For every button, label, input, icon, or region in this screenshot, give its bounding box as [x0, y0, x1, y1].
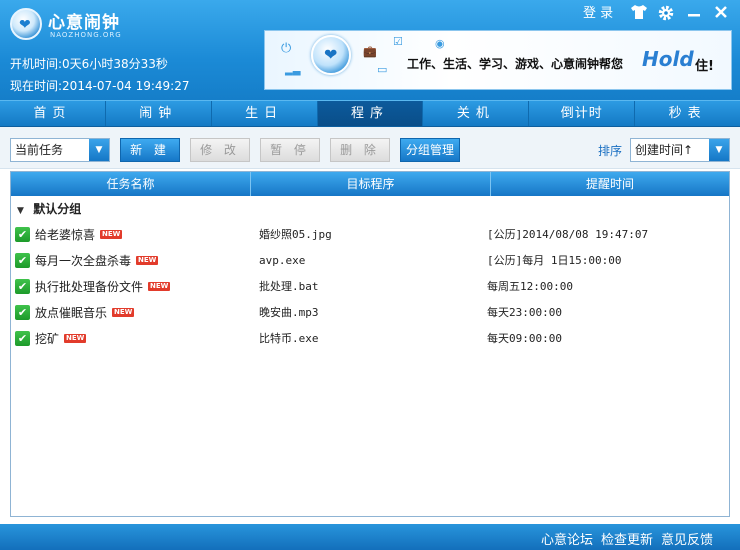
task-filter-select[interactable]: 当前任务 ▼: [10, 138, 110, 162]
current-time: 现在时间:2014-07-04 19:49:27: [10, 77, 190, 94]
checkbox-icon: ☑: [393, 35, 403, 48]
uptime-label: 开机时间:: [10, 57, 63, 71]
task-name: 给老婆惊喜: [35, 228, 96, 242]
task-table: 任务名称 目标程序 提醒时间 ▼ 默认分组 ✔ 给老婆惊喜 NEW 婚纱照05.jp…: [10, 171, 730, 517]
chevron-down-icon[interactable]: ▼: [17, 198, 29, 224]
tab-birthday[interactable]: 生日: [212, 101, 318, 126]
new-badge: NEW: [148, 282, 171, 291]
header: ❤ 心意闹钟 NAOZHONG.ORG 开机时间:0天6小时38分33秒 现在时…: [0, 0, 740, 100]
banner-hold: Hold: [642, 47, 694, 71]
remind-time-cell: 每周五12:00:00: [487, 280, 573, 293]
target-program-cell: avp.exe: [259, 254, 306, 267]
remind-time-cell: [公历]每月 1日15:00:00: [487, 254, 622, 267]
group-name: 默认分组: [33, 202, 82, 216]
app-subtitle: NAOZHONG.ORG: [50, 31, 122, 39]
forum-link[interactable]: 心意论坛: [541, 529, 593, 548]
task-name: 挖矿: [35, 332, 60, 346]
checkbox-checked-icon[interactable]: ✔: [15, 331, 30, 346]
chevron-down-icon[interactable]: ▼: [709, 139, 729, 161]
pause-button[interactable]: 暂 停: [260, 138, 320, 162]
task-name-cell: ✔ 每月一次全盘杀毒 NEW: [11, 248, 255, 274]
footer: 心意论坛 检查更新 意见反馈: [0, 524, 740, 550]
tab-countdown[interactable]: 倒计时: [529, 101, 636, 126]
table-row[interactable]: ✔ 给老婆惊喜 NEW 婚纱照05.jpg [公历]2014/08/08 19:47…: [11, 222, 729, 248]
task-name-cell: ✔ 执行批处理备份文件 NEW: [11, 274, 255, 300]
new-button[interactable]: 新 建: [120, 138, 180, 162]
task-name: 放点催眠音乐: [35, 306, 108, 320]
task-name: 执行批处理备份文件: [35, 280, 144, 294]
task-name: 每月一次全盘杀毒: [35, 254, 132, 268]
checkbox-checked-icon[interactable]: ✔: [15, 253, 30, 268]
new-badge: NEW: [100, 230, 123, 239]
briefcase-icon: 💼: [363, 45, 377, 58]
current-time-label: 现在时间:: [10, 79, 63, 93]
chevron-down-icon[interactable]: ▼: [89, 139, 109, 161]
target-program-cell: 晚安曲.mp3: [259, 306, 319, 319]
delete-button[interactable]: 删 除: [330, 138, 390, 162]
remind-time-cell: 每天23:00:00: [487, 306, 562, 319]
check-update-link[interactable]: 检查更新: [601, 529, 653, 548]
card-icon: ▭: [377, 63, 388, 76]
new-badge: NEW: [112, 308, 135, 317]
checkbox-checked-icon[interactable]: ✔: [15, 227, 30, 242]
table-row[interactable]: ✔ 每月一次全盘杀毒 NEW avp.exe [公历]每月 1日15:00:00: [11, 248, 729, 274]
new-badge: NEW: [64, 334, 87, 343]
checkbox-checked-icon[interactable]: ✔: [15, 305, 30, 320]
target-program-cell: 批处理.bat: [259, 280, 319, 293]
group-header[interactable]: ▼ 默认分组: [11, 196, 729, 222]
gear-icon[interactable]: [657, 4, 675, 24]
banner-tail: 住!: [695, 59, 714, 74]
app-title: 心意闹钟: [48, 13, 120, 33]
new-badge: NEW: [136, 256, 159, 265]
sort-label: 排序: [598, 144, 623, 158]
promo-banner[interactable]: ⏻ ▂▃ ❤ 💼 ▭ ☑ ◉ 工作、生活、学习、游戏、心意闹钟帮您 Hold 住…: [264, 30, 732, 90]
banner-text: 工作、生活、学习、游戏、心意闹钟帮您: [407, 57, 624, 71]
column-header-task-name[interactable]: 任务名称: [11, 172, 251, 196]
remind-time-cell: [公历]2014/08/08 19:47:07: [487, 228, 649, 241]
close-icon[interactable]: [713, 4, 729, 24]
banner-logo: ❤: [311, 35, 351, 75]
app-logo: ❤: [10, 8, 42, 40]
target-program-cell: 婚纱照05.jpg: [259, 228, 332, 241]
sort-value: 创建时间↑: [635, 143, 694, 157]
group-manage-button[interactable]: 分组管理: [400, 138, 460, 162]
tab-shutdown[interactable]: 关机: [423, 101, 530, 126]
uptime-value: 0天6小时38分33秒: [62, 57, 168, 71]
task-name-cell: ✔ 给老婆惊喜 NEW: [11, 222, 255, 248]
feedback-link[interactable]: 意见反馈: [661, 529, 713, 548]
remind-time-cell: 每天09:00:00: [487, 332, 562, 345]
tab-home[interactable]: 首页: [0, 101, 106, 126]
power-icon: ⏻: [281, 41, 292, 56]
uptime: 开机时间:0天6小时38分33秒: [10, 55, 168, 72]
login-button[interactable]: 登 录: [583, 4, 613, 24]
sort-select[interactable]: 创建时间↑ ▼: [630, 138, 730, 162]
minimize-icon[interactable]: [686, 4, 702, 24]
task-filter-value: 当前任务: [15, 143, 64, 157]
table-header: 任务名称 目标程序 提醒时间: [11, 172, 729, 196]
column-header-target-program[interactable]: 目标程序: [251, 172, 491, 196]
mask-icon: ◉: [435, 37, 445, 50]
table-row[interactable]: ✔ 挖矿 NEW 比特币.exe 每天09:00:00: [11, 326, 729, 352]
tab-program[interactable]: 程序: [317, 101, 424, 126]
column-header-remind-time[interactable]: 提醒时间: [491, 172, 729, 196]
checkbox-checked-icon[interactable]: ✔: [15, 279, 30, 294]
content-area: 当前任务 ▼ 新 建 修 改 暂 停 删 除 分组管理 排序 创建时间↑ ▼ 任…: [0, 127, 740, 524]
tab-alarm[interactable]: 闹钟: [106, 101, 212, 126]
target-program-cell: 比特币.exe: [259, 332, 319, 345]
main-nav: 首页 闹钟 生日 程序 关机 倒计时 秒表: [0, 100, 740, 127]
table-row[interactable]: ✔ 执行批处理备份文件 NEW 批处理.bat 每周五12:00:00: [11, 274, 729, 300]
table-row[interactable]: ✔ 放点催眠音乐 NEW 晚安曲.mp3 每天23:00:00: [11, 300, 729, 326]
tshirt-icon[interactable]: [630, 4, 648, 24]
heart-icon: ❤: [324, 45, 338, 64]
tab-stopwatch[interactable]: 秒表: [635, 101, 740, 126]
cleanup-icon: ▂▃: [285, 65, 301, 76]
edit-button[interactable]: 修 改: [190, 138, 250, 162]
heart-icon: ❤: [19, 17, 31, 33]
task-name-cell: ✔ 放点催眠音乐 NEW: [11, 300, 255, 326]
current-time-value: 2014-07-04 19:49:27: [62, 79, 190, 93]
toolbar: 当前任务 ▼ 新 建 修 改 暂 停 删 除 分组管理 排序 创建时间↑ ▼: [0, 127, 740, 169]
task-name-cell: ✔ 挖矿 NEW: [11, 326, 255, 352]
